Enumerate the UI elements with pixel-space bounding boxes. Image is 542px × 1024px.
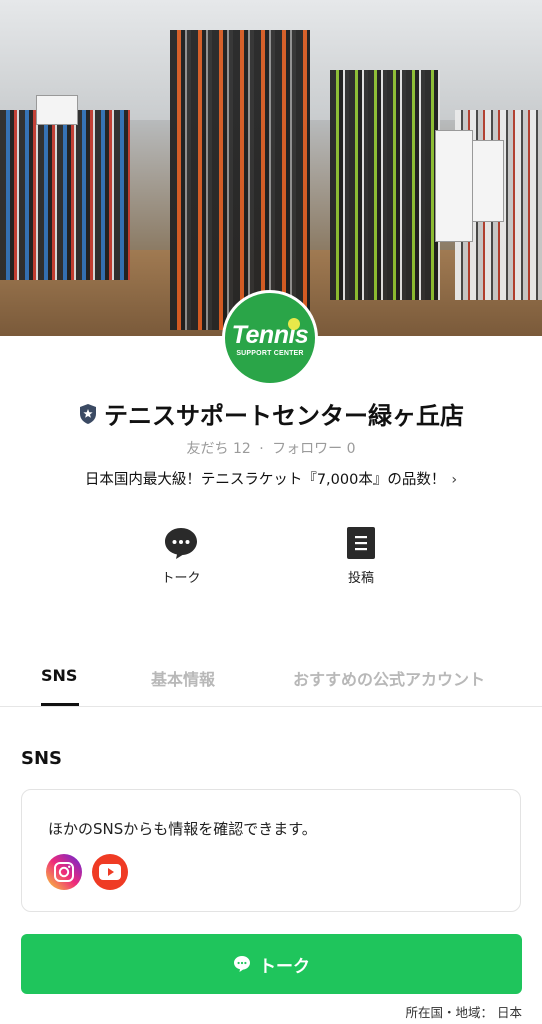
- chat-bubble-icon: [234, 956, 250, 972]
- chevron-right-icon: ›: [451, 472, 458, 488]
- cover-photo: [0, 0, 542, 336]
- account-title-row: テニスサポートセンター緑ヶ丘店: [0, 396, 542, 431]
- sns-card: ほかのSNSからも情報を確認できます。: [21, 789, 521, 912]
- talk-action-button[interactable]: トーク: [141, 526, 221, 586]
- tab-sns[interactable]: SNS: [41, 666, 77, 685]
- logo-subtitle: SUPPORT CENTER: [236, 350, 304, 357]
- account-description[interactable]: 日本国内最大級！テニスラケット『7,000本』の品数！ ›: [0, 468, 542, 489]
- posts-document-icon: [344, 526, 378, 560]
- verified-shield-icon: [80, 403, 96, 424]
- store-sign: [472, 140, 504, 222]
- store-sign: [36, 95, 78, 125]
- posts-action-button[interactable]: 投稿: [321, 526, 401, 586]
- tennis-ball-icon: [288, 318, 300, 330]
- chat-bubble-icon: [164, 526, 198, 560]
- racket-rack: [330, 70, 440, 300]
- tab-bar: SNS 基本情報 おすすめの公式アカウント: [0, 658, 542, 707]
- description-text: 日本国内最大級！テニスラケット『7,000本』の品数！: [84, 472, 446, 488]
- account-logo[interactable]: Tennis SUPPORT CENTER: [222, 290, 318, 386]
- talk-action-label: トーク: [161, 571, 201, 586]
- tab-recommended-accounts[interactable]: おすすめの公式アカウント: [293, 666, 485, 690]
- friends-count[interactable]: 友だち 12: [187, 441, 251, 457]
- sns-section-title: SNS: [21, 748, 62, 769]
- account-stats: 友だち 12 · フォロワー 0: [0, 438, 542, 458]
- tab-basic-info[interactable]: 基本情報: [151, 666, 215, 690]
- talk-button[interactable]: トーク: [21, 934, 522, 994]
- location-text: 所在国・地域： 日本: [405, 1005, 522, 1020]
- youtube-icon[interactable]: [92, 854, 128, 890]
- sns-card-text: ほかのSNSからも情報を確認できます。: [48, 820, 317, 838]
- racket-rack: [170, 30, 310, 330]
- active-tab-indicator: [41, 703, 79, 706]
- store-sign: [435, 130, 473, 242]
- talk-button-label: トーク: [259, 956, 310, 977]
- stats-separator: ·: [259, 441, 264, 457]
- posts-action-label: 投稿: [347, 571, 374, 586]
- racket-rack: [0, 110, 130, 280]
- account-name: テニスサポートセンター緑ヶ丘店: [104, 402, 464, 430]
- followers-count[interactable]: フォロワー 0: [272, 441, 355, 457]
- instagram-icon[interactable]: [46, 854, 82, 890]
